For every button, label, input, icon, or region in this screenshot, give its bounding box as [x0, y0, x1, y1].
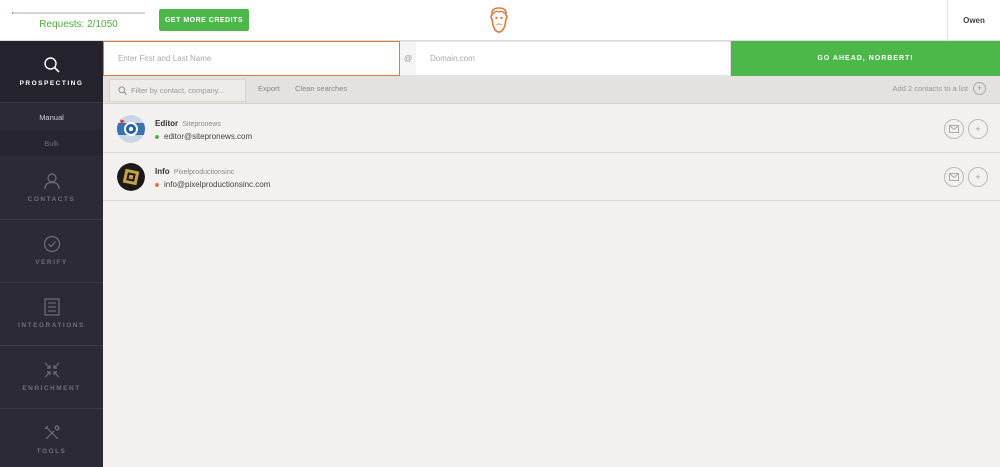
sidebar-item-label: INTEGRATIONS [18, 322, 85, 329]
row-actions: + [940, 167, 988, 187]
status-dot [155, 134, 159, 139]
search-row: @ GO AHEAD, NORBERT! [103, 41, 1000, 76]
email-icon[interactable] [944, 167, 964, 187]
sidebar-item-tools[interactable]: TOOLS [0, 409, 103, 467]
sidebar-item-integrations[interactable]: INTEGRATIONS [0, 283, 103, 346]
subnav-bulk[interactable]: Bulk [0, 130, 103, 156]
sidebar-item-verify[interactable]: VERIFY [0, 220, 103, 283]
results-toolbar: Export Clean searches Add 2 contacts to … [103, 76, 1000, 104]
check-circle-icon [43, 235, 60, 253]
search-icon [118, 86, 127, 95]
contact-row[interactable]: Info Pixelproductionsinc info@pixelprodu… [103, 153, 1000, 201]
enrichment-icon [44, 362, 59, 378]
contact-name: Editor [155, 119, 179, 128]
search-icon [43, 57, 60, 73]
at-separator: @ [400, 41, 416, 76]
go-ahead-button[interactable]: GO AHEAD, NORBERT! [731, 41, 1000, 76]
contact-email-line: info@pixelproductionsinc.com [155, 180, 270, 189]
clean-searches-link[interactable]: Clean searches [295, 84, 347, 93]
add-to-list[interactable]: Add 2 contacts to a list + [893, 82, 986, 95]
contact-email-line: editor@sitepronews.com [155, 132, 252, 141]
requests-progress-fill [12, 12, 13, 14]
subnav-manual[interactable]: Manual [0, 104, 103, 130]
top-bar: Requests: 2/1050 GET MORE CREDITS Owen [0, 0, 1000, 41]
sidebar-item-label: TOOLS [36, 448, 67, 455]
integrations-icon [43, 298, 60, 316]
plus-icon[interactable]: + [973, 82, 986, 95]
status-dot [155, 182, 159, 187]
requests-progress-bar [12, 12, 145, 14]
sidebar-item-prospecting[interactable]: PROSPECTING [0, 41, 103, 103]
tools-icon [44, 425, 60, 440]
requests-counter: Requests: 2/1050 [39, 19, 118, 30]
filter-input[interactable] [131, 86, 241, 95]
contact-company: Pixelproductionsinc [173, 169, 235, 176]
add-icon[interactable]: + [968, 119, 988, 139]
contact-row[interactable]: Editor Sitepronews editor@sitepronews.co… [103, 105, 1000, 153]
email-icon[interactable] [944, 119, 964, 139]
contact-name-line: Info Pixelproductionsinc [155, 167, 234, 176]
filter-box[interactable] [109, 79, 246, 102]
name-input[interactable] [103, 41, 400, 76]
user-name: Owen [963, 16, 985, 25]
add-icon[interactable]: + [968, 167, 988, 187]
sidebar-item-label: VERIFY [35, 259, 68, 266]
sidebar: PROSPECTING Manual Bulk CONTACTS VERIFY … [0, 41, 103, 467]
get-more-credits-button[interactable]: GET MORE CREDITS [159, 9, 249, 31]
sidebar-item-contacts[interactable]: CONTACTS [0, 157, 103, 220]
norbert-logo[interactable] [486, 5, 512, 35]
add-to-list-label: Add 2 contacts to a list [892, 84, 968, 93]
contact-name: Info [155, 167, 170, 176]
contact-email: editor@sitepronews.com [164, 132, 253, 141]
user-menu[interactable]: Owen [947, 0, 1000, 41]
avatar [117, 163, 145, 191]
contact-name-line: Editor Sitepronews [155, 119, 221, 128]
sidebar-item-label: CONTACTS [27, 196, 76, 203]
sidebar-item-label: ENRICHMENT [22, 385, 81, 392]
domain-input[interactable] [416, 41, 731, 76]
contact-email: info@pixelproductionsinc.com [164, 180, 271, 189]
sidebar-item-enrichment[interactable]: ENRICHMENT [0, 346, 103, 409]
sidebar-item-label: PROSPECTING [19, 80, 84, 87]
contact-company: Sitepronews [182, 121, 221, 128]
avatar [117, 115, 145, 143]
row-actions: + [940, 119, 988, 139]
export-link[interactable]: Export [258, 84, 280, 93]
user-icon [43, 173, 60, 190]
